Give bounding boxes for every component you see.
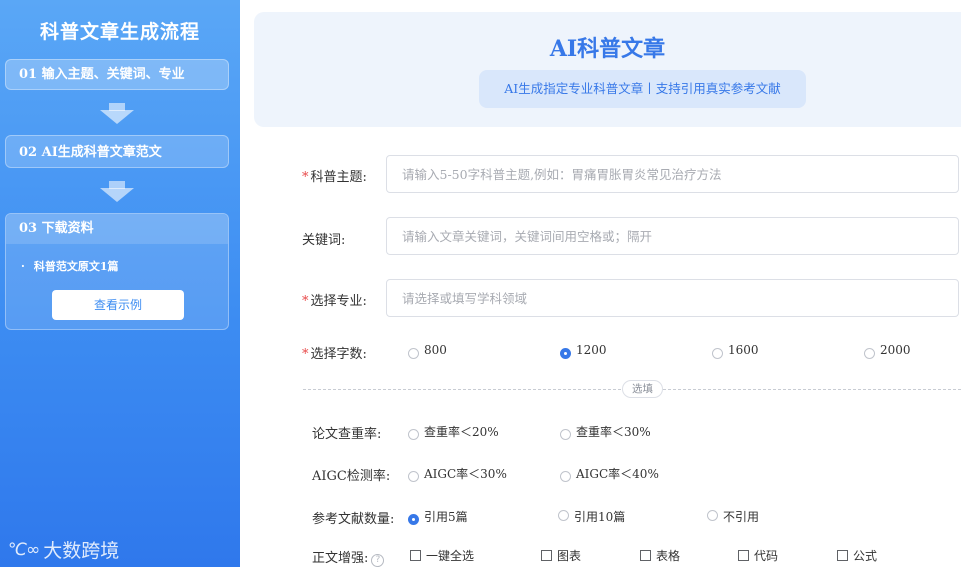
- option-label: 代码: [754, 549, 779, 563]
- enhance-label: 正文增强:?: [312, 547, 385, 567]
- checkbox-icon[interactable]: [410, 550, 421, 561]
- radio-icon[interactable]: [560, 471, 571, 482]
- page-subtitle: AI生成指定专业科普文章丨支持引用真实参考文献: [479, 70, 806, 108]
- radio-icon[interactable]: [408, 471, 419, 482]
- radio-icon[interactable]: [408, 347, 419, 359]
- down-arrow-icon: [100, 103, 134, 125]
- option-label: 查重率＜20%: [424, 425, 499, 439]
- required-mark: *: [302, 294, 309, 309]
- download-item-label: 科普范文原文1篇: [33, 260, 119, 273]
- option-label: 1200: [576, 343, 607, 357]
- enhance-table[interactable]: 表格: [640, 547, 680, 564]
- sidebar: 科普文章生成流程 01 输入主题、关键词、专业 02 AI生成科普文章范文 03…: [0, 0, 240, 567]
- download-item: · 科普范文原文1篇: [21, 258, 119, 274]
- topic-input[interactable]: [387, 156, 958, 192]
- help-icon[interactable]: ?: [371, 554, 385, 567]
- radio-icon[interactable]: [864, 347, 875, 359]
- enhance-formula[interactable]: 公式: [837, 547, 877, 564]
- aigc-option-40[interactable]: AIGC率＜40%: [560, 465, 659, 482]
- word-count-option-1200[interactable]: 1200: [560, 343, 607, 359]
- option-label: 图表: [557, 549, 582, 563]
- required-mark: *: [302, 170, 309, 185]
- option-label: AIGC率＜40%: [576, 467, 659, 481]
- enhance-chart[interactable]: 图表: [541, 547, 581, 564]
- step-1-label: 01 输入主题、关键词、专业: [19, 67, 185, 82]
- enhance-select-all[interactable]: 一键全选: [410, 547, 474, 564]
- step-3: 03 下载资料 · 科普范文原文1篇 查看示例: [5, 213, 229, 330]
- option-label: 表格: [656, 549, 681, 563]
- option-label: 2000: [880, 343, 911, 357]
- bullet-icon: ·: [21, 260, 25, 273]
- option-label: 一键全选: [426, 549, 475, 563]
- brand-name: 大数跨境: [43, 540, 120, 562]
- checkbox-icon[interactable]: [738, 550, 749, 561]
- brand-mark-icon: ℃∞: [8, 539, 40, 560]
- checkbox-icon[interactable]: [837, 550, 848, 561]
- plagiarism-option-20[interactable]: 查重率＜20%: [408, 423, 499, 440]
- view-example-button[interactable]: 查看示例: [52, 290, 184, 320]
- keywords-input[interactable]: [387, 218, 958, 254]
- checkbox-icon[interactable]: [640, 550, 651, 561]
- word-count-option-1600[interactable]: 1600: [712, 343, 759, 359]
- option-label: 1600: [728, 343, 759, 357]
- references-option-none[interactable]: 不引用: [707, 504, 759, 524]
- references-label: 参考文献数量:: [312, 512, 395, 527]
- option-label: 公式: [853, 549, 878, 563]
- optional-tag: 选填: [622, 380, 663, 398]
- option-label: 查重率＜30%: [576, 425, 651, 439]
- radio-checked-icon[interactable]: [560, 347, 571, 359]
- brand-logo: ℃∞ 大数跨境: [8, 536, 119, 563]
- option-label: AIGC率＜30%: [424, 467, 507, 481]
- plagiarism-option-30[interactable]: 查重率＜30%: [560, 423, 651, 440]
- step-2-label: 02 AI生成科普文章范文: [19, 145, 162, 160]
- references-option-10[interactable]: 引用10篇: [558, 504, 625, 524]
- major-label: * 选择专业:: [302, 290, 367, 309]
- word-count-option-2000[interactable]: 2000: [864, 343, 911, 359]
- word-count-option-800[interactable]: 800: [408, 343, 447, 359]
- word-count-label: * 选择字数:: [302, 343, 367, 362]
- topic-field: [386, 155, 959, 193]
- radio-icon[interactable]: [712, 347, 723, 359]
- aigc-label: AIGC检测率:: [312, 469, 391, 484]
- major-label-text: 选择专业:: [310, 294, 367, 309]
- step-1: 01 输入主题、关键词、专业: [5, 59, 229, 90]
- sidebar-title: 科普文章生成流程: [39, 21, 200, 43]
- option-label: 800: [424, 343, 447, 357]
- radio-icon[interactable]: [408, 429, 419, 440]
- option-label: 引用10篇: [574, 510, 626, 524]
- plagiarism-label: 论文查重率:: [312, 427, 382, 442]
- required-mark: *: [302, 347, 309, 362]
- topic-label-text: 科普主题:: [310, 170, 367, 185]
- radio-icon[interactable]: [558, 510, 569, 521]
- topic-label: * 科普主题:: [302, 166, 367, 185]
- page-title: AI科普文章: [549, 36, 666, 62]
- enhance-label-text: 正文增强:: [312, 551, 369, 566]
- radio-icon[interactable]: [707, 510, 718, 521]
- major-input[interactable]: [387, 280, 958, 316]
- enhance-code[interactable]: 代码: [738, 547, 778, 564]
- keywords-label: 关键词:: [302, 233, 346, 248]
- references-option-5[interactable]: 引用5篇: [408, 508, 468, 525]
- radio-checked-icon[interactable]: [408, 514, 419, 525]
- word-count-label-text: 选择字数:: [310, 347, 367, 362]
- option-label: 不引用: [723, 510, 760, 524]
- step-2: 02 AI生成科普文章范文: [5, 135, 229, 168]
- keywords-field: [386, 217, 959, 255]
- aigc-option-30[interactable]: AIGC率＜30%: [408, 465, 507, 482]
- checkbox-icon[interactable]: [541, 550, 552, 561]
- major-field: [386, 279, 959, 317]
- radio-icon[interactable]: [560, 429, 571, 440]
- down-arrow-icon: [100, 181, 134, 203]
- step-3-label: 03 下载资料: [6, 214, 228, 244]
- option-label: 引用5篇: [424, 510, 468, 524]
